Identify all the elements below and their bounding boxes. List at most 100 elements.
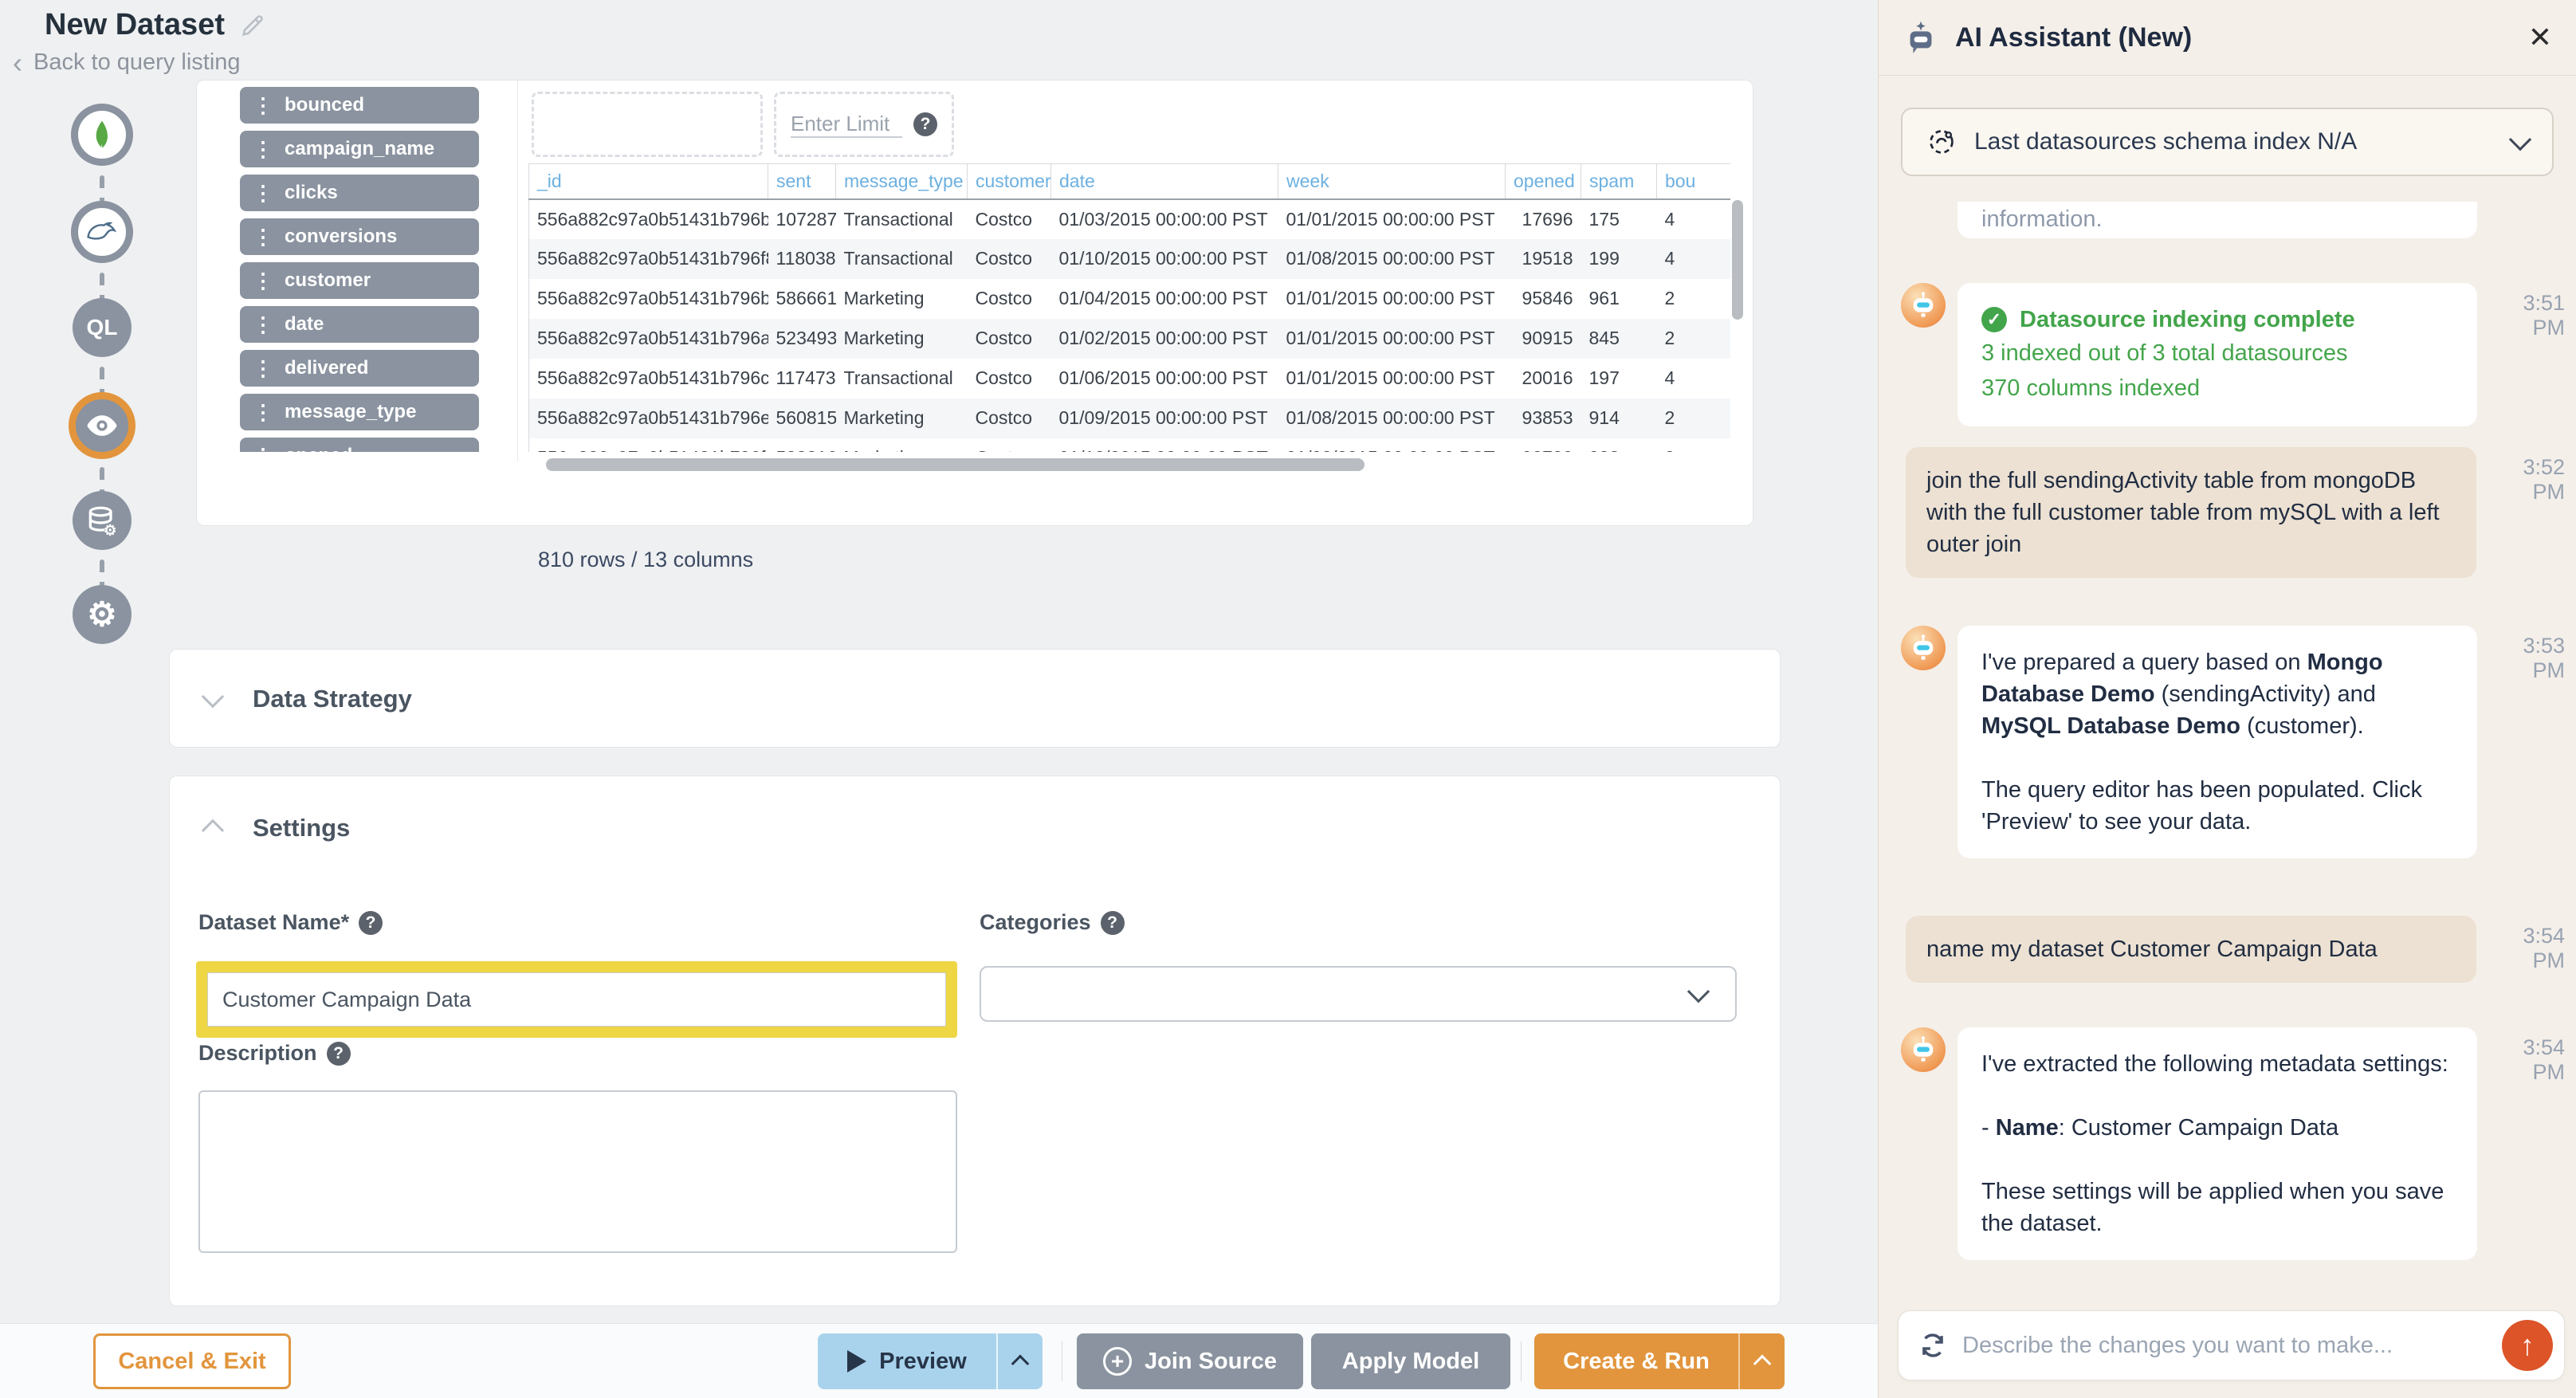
drag-handle-icon: ⋮ [253,93,273,118]
stepper-item-settings[interactable]: ⚙ [73,585,132,644]
categories-help-icon[interactable]: ? [1101,911,1125,935]
column-header[interactable]: customer [968,164,1051,199]
page-title: New Dataset [45,8,266,42]
column-pill[interactable]: ⋮clicks [240,175,479,211]
bot-avatar [1901,283,1946,328]
dataset-name-input[interactable] [207,972,946,1027]
column-header[interactable]: week [1278,164,1506,199]
column-pill[interactable]: ⋮message_type [240,394,479,430]
user-message-bubble: name my dataset Customer Campaign Data [1906,916,2476,983]
chat-message: I've prepared a query based on Mongo Dat… [1901,626,2565,858]
assistant-message-bubble: I've prepared a query based on Mongo Dat… [1958,626,2477,858]
column-pill-list: ⋮bounced ⋮campaign_name ⋮clicks ⋮conversion… [240,87,479,452]
check-icon: ✓ [1981,307,2007,332]
limit-drop-zone: ? [774,92,954,157]
description-textarea[interactable] [198,1090,957,1253]
create-run-button[interactable]: Create & Run [1534,1333,1785,1389]
dataset-name-highlight [196,961,957,1038]
table-row: 556a882c97a0b51431b796e9560815MarketingC… [529,399,1731,438]
close-icon[interactable]: ✕ [2528,21,2552,54]
data-strategy-toggle[interactable]: Data Strategy [170,650,1780,748]
stepper-item-preview-active[interactable] [69,392,135,459]
column-header[interactable]: sent [768,164,836,199]
table-row: 556a882c97a0b51431b796b4107287Transactio… [529,199,1731,239]
schema-index-dropdown[interactable]: Last datasources schema index N/A [1901,108,2554,176]
table-row: 556a882c97a0b51431b796bc586661MarketingC… [529,279,1731,319]
column-header[interactable]: _id [529,164,768,199]
back-to-query-listing-link[interactable]: ‹ Back to query listing [13,49,241,76]
settings-card: Settings Dataset Name* ? Categories ? De… [169,776,1781,1306]
result-table: _idsentmessage_typecustomerdateweekopene… [528,163,1730,452]
ai-robot-icon [1903,19,1939,56]
join-source-button[interactable]: + Join Source [1077,1333,1303,1389]
sync-icon [1918,1330,1948,1361]
preview-button[interactable]: Preview [818,1333,1043,1389]
column-pill[interactable]: ⋮campaign_name [240,131,479,167]
column-pill[interactable]: ⋮customer [240,262,479,299]
column-header[interactable]: date [1051,164,1278,199]
column-header[interactable]: message_type [836,164,968,199]
chat-message: ✓Datasource indexing complete3 indexed o… [1901,283,2565,426]
gear-icon: ⚙ [87,598,117,631]
table-row: 556a882c97a0b51431b796aa523493MarketingC… [529,319,1731,359]
column-header[interactable]: opened [1506,164,1581,199]
vertical-scrollbar-thumb[interactable] [1732,200,1743,320]
message-timestamp: 3:51 PM [2485,283,2565,340]
stepper-item-dataset-storage[interactable]: ⚙ [73,491,132,550]
cancel-exit-button[interactable]: Cancel & Exit [93,1333,291,1389]
chat-input-bar: ↑ [1898,1310,2565,1380]
result-table-wrapper: _idsentmessage_typecustomerdateweekopene… [528,163,1730,452]
bot-avatar [1901,626,1946,670]
dataset-name-label: Dataset Name* ? [198,910,383,935]
chevron-up-icon [1011,1355,1030,1373]
stepper-item-mysql[interactable] [71,201,133,263]
limit-input[interactable] [791,112,902,138]
edit-title-icon[interactable] [239,12,266,39]
send-button[interactable]: ↑ [2502,1320,2553,1371]
limit-help-icon[interactable]: ? [913,112,937,136]
column-pill[interactable]: ⋮date [240,306,479,343]
ai-assistant-header: AI Assistant (New) ✕ [1879,0,2576,76]
assistant-message-bubble: ✓Datasource indexing complete3 indexed o… [1958,283,2477,426]
column-drop-zone[interactable] [532,92,763,157]
table-row: 556a882c97a0b51431b796ce117473Transactio… [529,359,1731,399]
drag-handle-icon: ⋮ [253,137,273,162]
assistant-message-bubble: I've extracted the following metadata se… [1958,1027,2477,1260]
schema-index-icon [1926,127,1957,157]
stepper-item-query-language[interactable]: QL [73,298,132,357]
create-run-options-toggle[interactable] [1740,1333,1785,1389]
bot-avatar [1901,1027,1946,1072]
chevron-up-icon [202,819,224,842]
column-header[interactable]: bou [1657,164,1731,199]
play-icon [847,1350,866,1372]
column-pill[interactable]: ⋮bounced [240,87,479,124]
mongodb-leaf-icon [84,117,120,152]
database-gear-icon: ⚙ [84,503,120,538]
column-pill[interactable]: ⋮conversions [240,218,479,255]
preview-options-toggle[interactable] [998,1333,1043,1389]
dataset-name-help-icon[interactable]: ? [359,911,383,935]
categories-dropdown[interactable] [980,966,1737,1022]
description-help-icon[interactable]: ? [327,1042,351,1066]
settings-toggle[interactable]: Settings [170,776,1780,880]
panel-divider [517,81,518,461]
message-timestamp: 3:54 PM [2485,1027,2565,1085]
chat-input[interactable] [1962,1333,2488,1359]
drag-handle-icon: ⋮ [253,312,273,337]
apply-model-button[interactable]: Apply Model [1311,1333,1510,1389]
chevron-down-icon [2509,128,2531,151]
horizontal-scrollbar-thumb[interactable] [546,458,1365,471]
eye-icon [84,408,120,443]
arrow-up-icon: ↑ [2520,1329,2535,1362]
drag-handle-icon: ⋮ [253,225,273,249]
column-pill[interactable]: ⋮delivered [240,350,479,387]
chat-message: join the full sendingActivity table from… [1901,447,2565,578]
query-preview-card: ⋮bounced ⋮campaign_name ⋮clicks ⋮conversion… [196,80,1753,526]
column-pill[interactable]: ⋮opened [240,438,479,452]
drag-handle-icon: ⋮ [253,444,273,453]
drag-handle-icon: ⋮ [253,356,273,381]
settings-title: Settings [253,814,350,842]
column-header[interactable]: spam [1581,164,1657,199]
table-row: 556a882c97a0b51431b796f8118038Transactio… [529,239,1731,279]
stepper-item-mongodb[interactable] [71,104,133,166]
